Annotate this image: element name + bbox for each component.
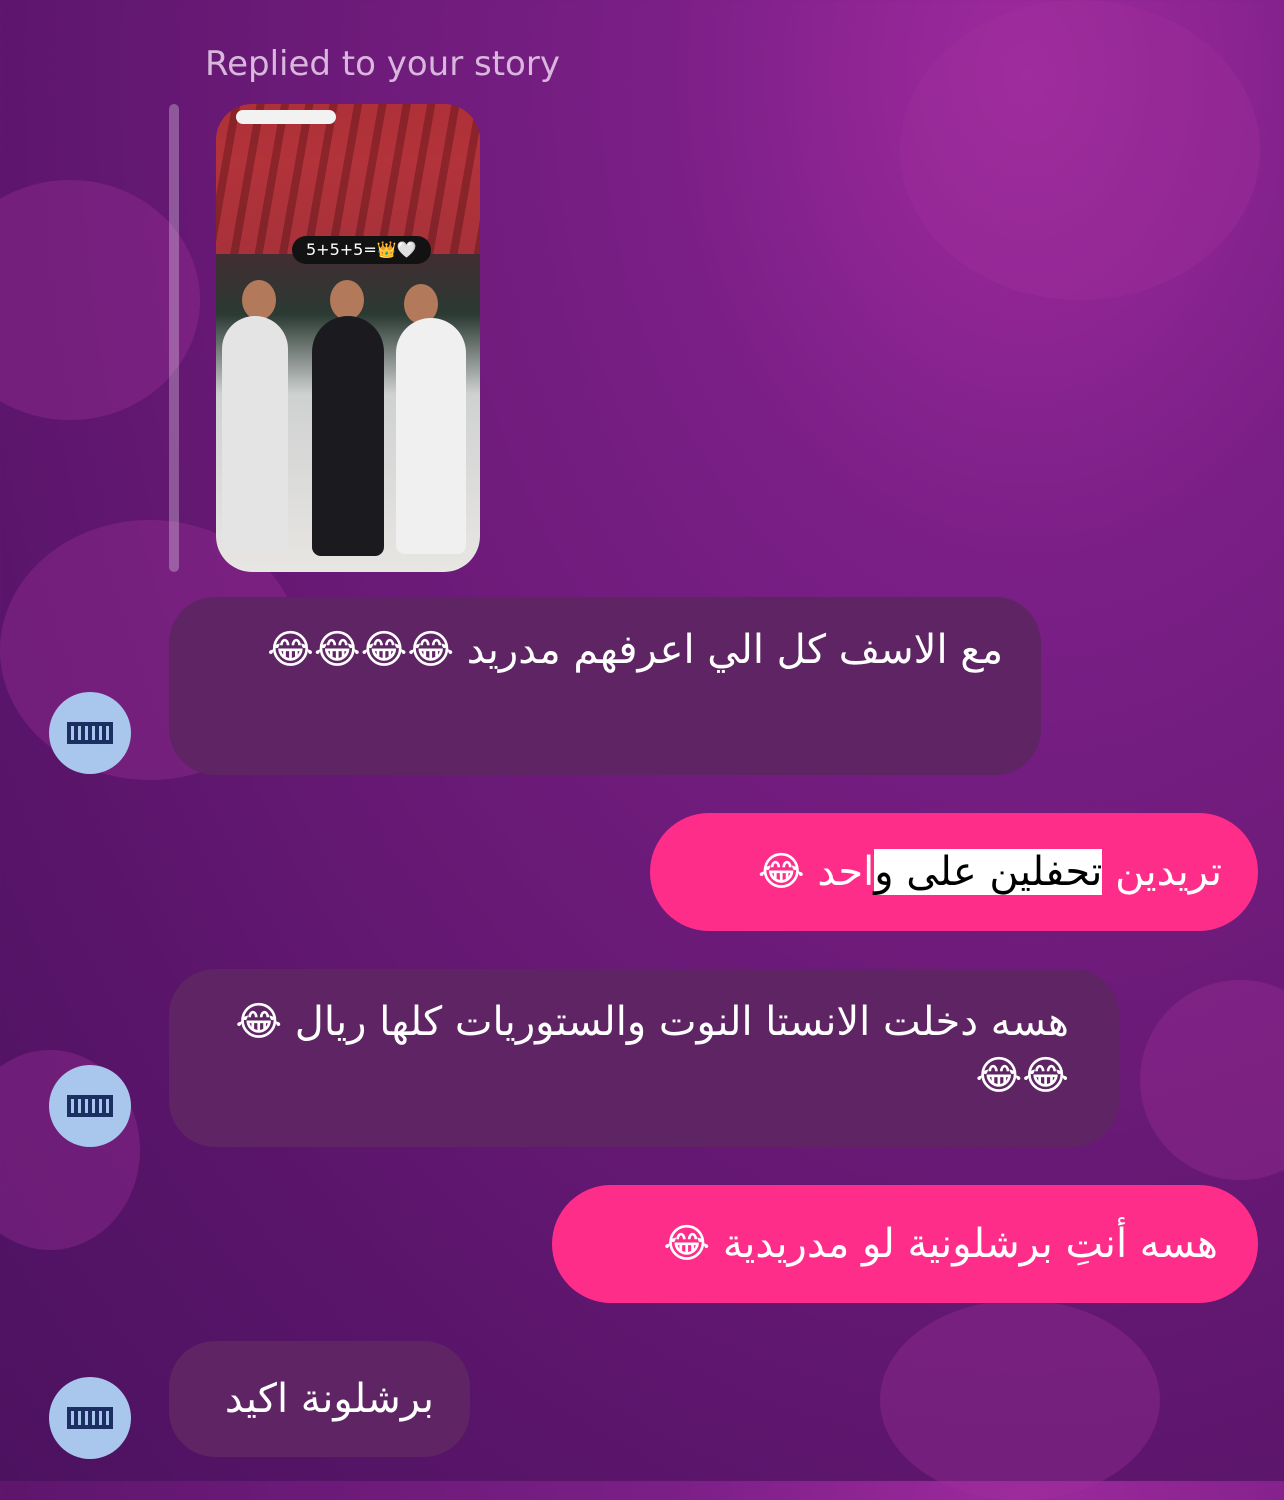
outgoing-message-bubble[interactable]: تريدين تحفلين على واحد 😂 bbox=[650, 813, 1258, 931]
message-text: هسه دخلت الانستا النوت والستوريات كلها ر… bbox=[235, 999, 1069, 1099]
story-person-head bbox=[242, 280, 276, 320]
story-person bbox=[222, 316, 288, 552]
incoming-message-bubble[interactable]: برشلونة اكيد bbox=[169, 1341, 470, 1457]
avatar-logo-icon bbox=[67, 1095, 113, 1117]
incoming-message-bubble[interactable]: هسه دخلت الانستا النوت والستوريات كلها ر… bbox=[169, 969, 1119, 1147]
background-heart bbox=[900, 0, 1260, 300]
message-text-after: احد 😂 bbox=[757, 849, 875, 895]
reply-caption: Replied to your story bbox=[205, 44, 560, 84]
story-person-head bbox=[330, 280, 364, 320]
story-person bbox=[396, 318, 466, 554]
avatar-logo-icon bbox=[67, 722, 113, 744]
story-roof-image bbox=[216, 104, 480, 254]
story-person bbox=[312, 316, 384, 556]
message-text: هسه أنتِ برشلونية لو مدريدية 😂 bbox=[663, 1221, 1218, 1267]
sender-avatar[interactable] bbox=[49, 692, 131, 774]
sender-avatar[interactable] bbox=[49, 1377, 131, 1459]
message-text: برشلونة اكيد bbox=[224, 1376, 434, 1422]
incoming-message-bubble[interactable]: مع الاسف كل الي اعرفهم مدريد 😂😂😂😂 bbox=[169, 597, 1041, 775]
avatar-logo-icon bbox=[67, 1407, 113, 1429]
story-thumbnail[interactable]: 5+5+5=👑🤍 bbox=[216, 104, 480, 572]
sender-avatar[interactable] bbox=[49, 1065, 131, 1147]
message-text-before: تريدين bbox=[1102, 849, 1222, 895]
selected-text-highlight[interactable]: تحفلين على و bbox=[874, 849, 1103, 895]
story-ceiling-fan bbox=[236, 110, 336, 124]
background-heart bbox=[880, 1300, 1160, 1500]
outgoing-message-bubble[interactable]: هسه أنتِ برشلونية لو مدريدية 😂 bbox=[552, 1185, 1258, 1303]
story-sticker: 5+5+5=👑🤍 bbox=[292, 236, 431, 264]
message-text: مع الاسف كل الي اعرفهم مدريد 😂😂😂😂 bbox=[267, 627, 1003, 673]
reply-quote-bar bbox=[169, 104, 179, 572]
background-heart bbox=[1140, 980, 1284, 1180]
